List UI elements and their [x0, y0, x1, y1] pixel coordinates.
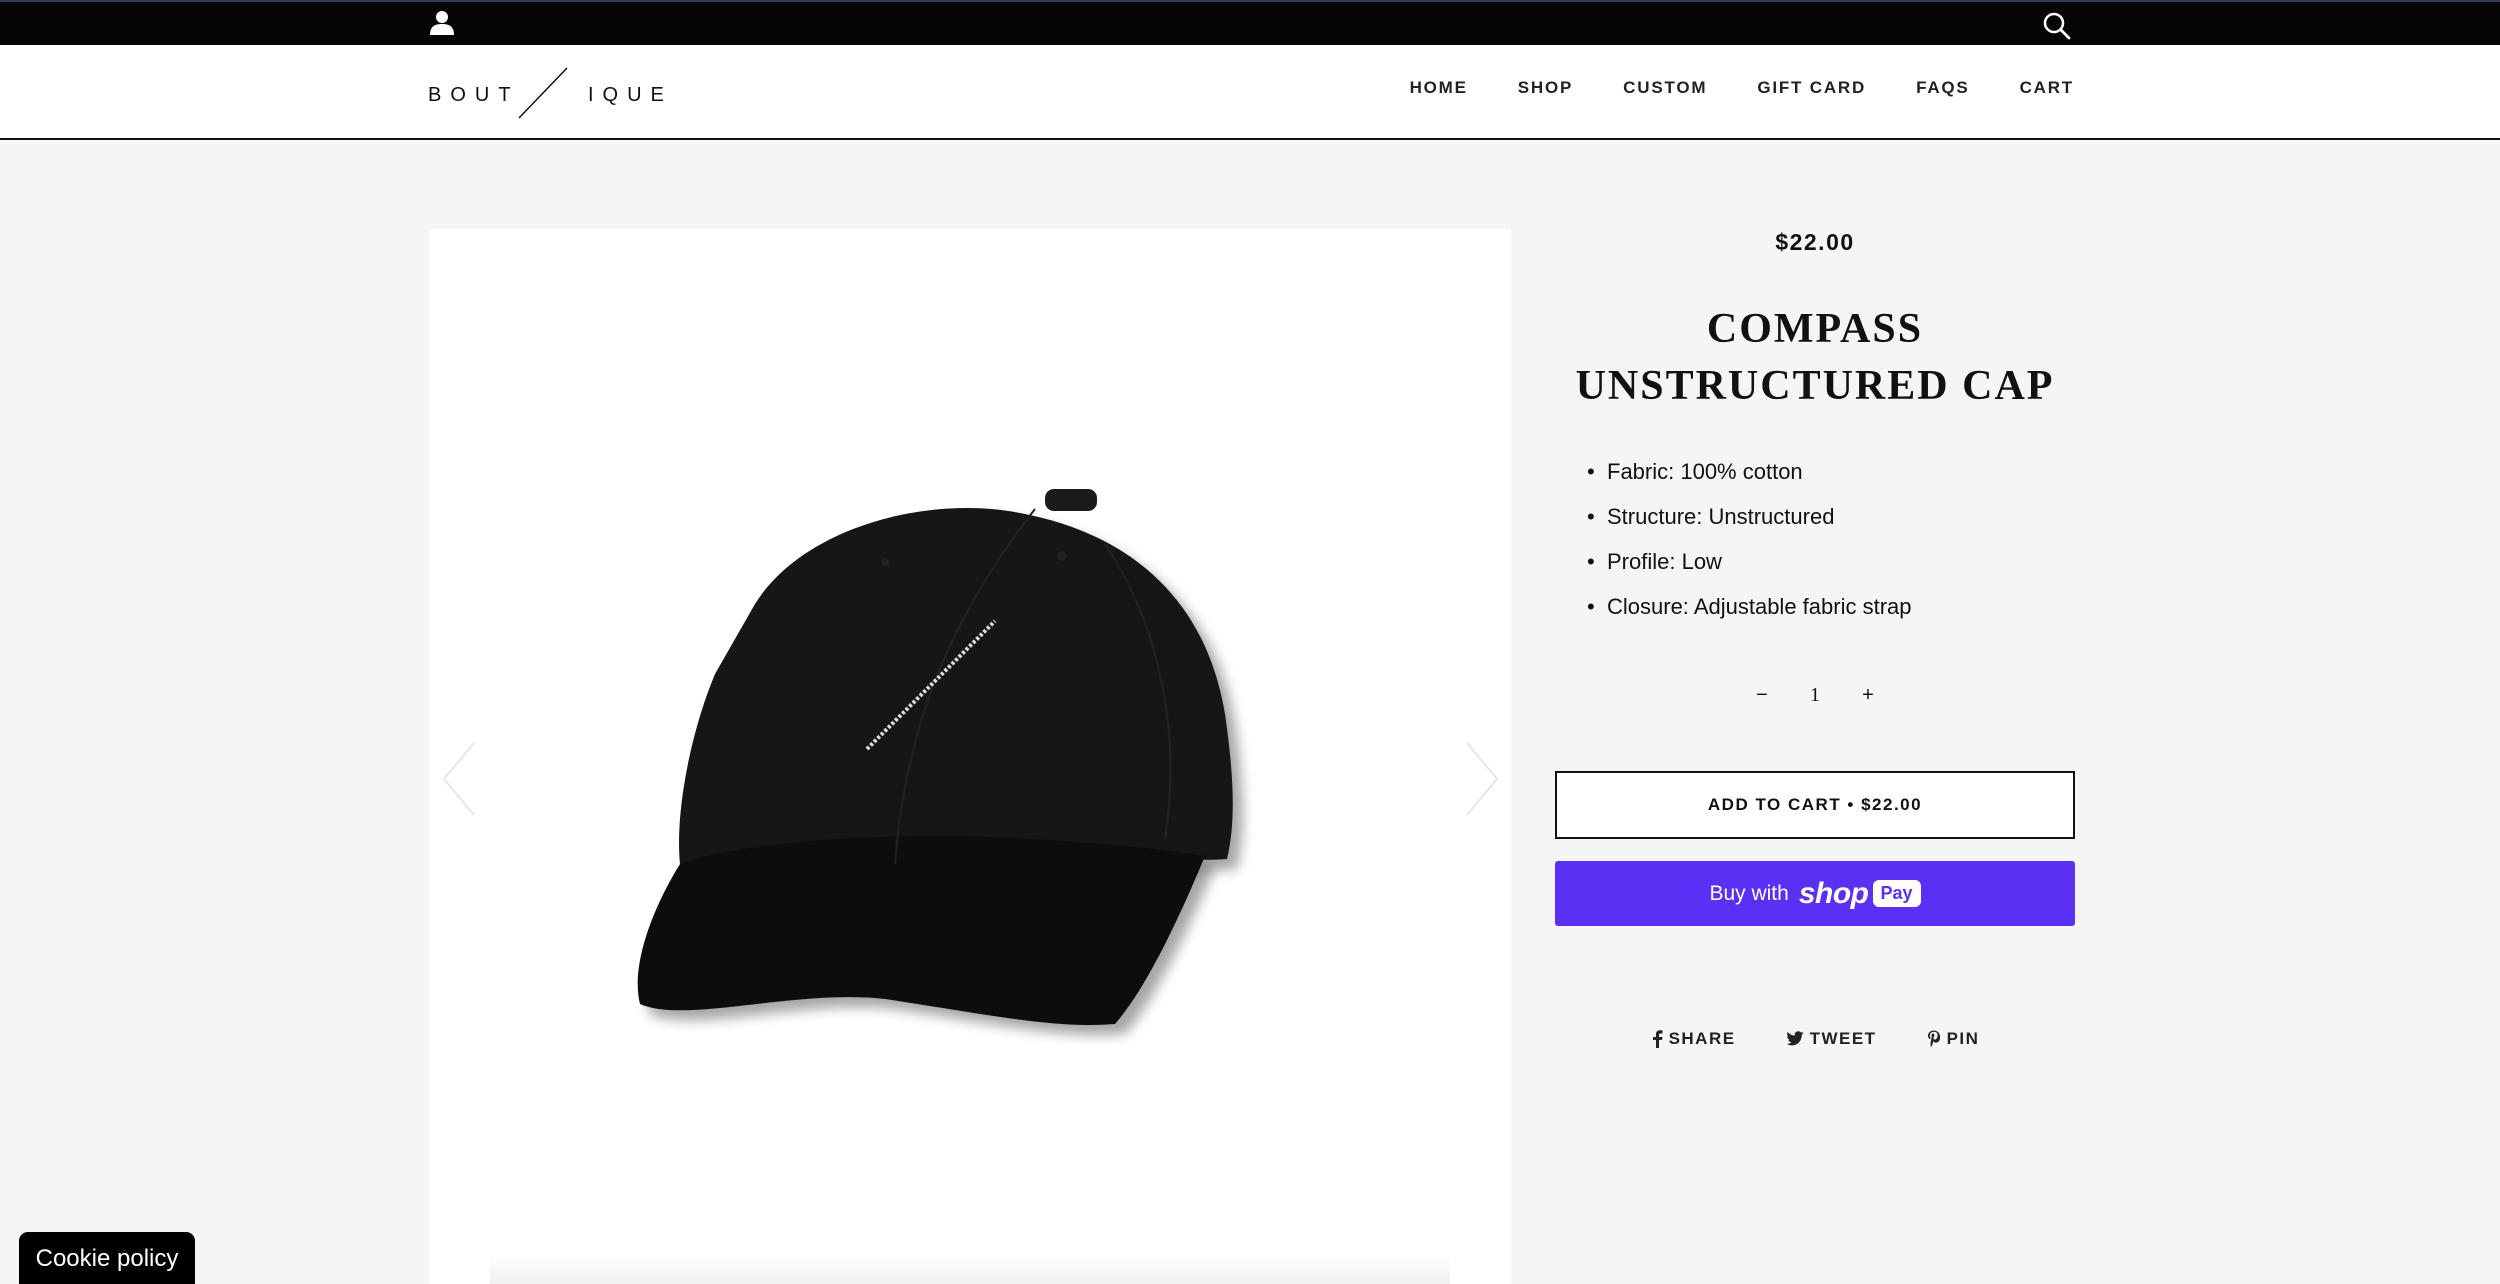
quantity-stepper: − +: [1747, 677, 1883, 713]
utility-bar: [0, 0, 2500, 45]
twitter-icon: [1785, 1031, 1804, 1046]
nav-cart[interactable]: CART: [2020, 78, 2074, 98]
quantity-decrease-button[interactable]: −: [1747, 677, 1777, 713]
user-icon[interactable]: [428, 9, 456, 37]
product-title: COMPASS UNSTRUCTURED CAP: [1555, 301, 2075, 415]
site-logo[interactable]: BOUT IQUE: [428, 65, 664, 121]
nav-custom[interactable]: CUSTOM: [1623, 78, 1707, 98]
logo-slash: [518, 67, 568, 119]
tweet-label: TWEET: [1809, 1029, 1877, 1048]
product-gallery: [430, 229, 1511, 1284]
site-header: BOUT IQUE HOME SHOP CUSTOM GIFT CARD FAQ…: [0, 45, 2500, 140]
chevron-left-icon[interactable]: [440, 739, 480, 819]
nav-faqs[interactable]: FAQS: [1916, 78, 1970, 98]
share-label: SHARE: [1668, 1029, 1736, 1048]
logo-text-right: IQUE: [588, 84, 673, 106]
gallery-shadow: [490, 1254, 1450, 1284]
social-share: SHARE TWEET PIN: [1555, 1029, 2075, 1049]
main-nav: HOME SHOP CUSTOM GIFT CARD FAQS CART: [1360, 78, 2074, 98]
quantity-increase-button[interactable]: +: [1853, 677, 1883, 713]
nav-gift-card[interactable]: GIFT CARD: [1757, 78, 1866, 98]
cookie-policy-button[interactable]: Cookie policy: [19, 1232, 195, 1284]
quantity-input[interactable]: [1787, 677, 1843, 713]
product-specs: Fabric: 100% cotton Structure: Unstructu…: [1587, 449, 1912, 629]
pinterest-icon: [1927, 1030, 1940, 1048]
add-to-cart-button[interactable]: ADD TO CART • $22.00: [1555, 771, 2075, 839]
spec-item: Profile: Low: [1587, 539, 1912, 584]
spec-item: Structure: Unstructured: [1587, 494, 1912, 539]
product-price: $22.00: [1775, 229, 1855, 255]
nav-home[interactable]: HOME: [1410, 78, 1468, 98]
facebook-icon: [1652, 1030, 1663, 1048]
chevron-right-icon[interactable]: [1461, 739, 1501, 819]
pin-label: PIN: [1946, 1029, 1980, 1048]
spec-item: Closure: Adjustable fabric strap: [1587, 584, 1912, 629]
spec-item: Fabric: 100% cotton: [1587, 449, 1912, 494]
shop-pay-shop-logo: shop: [1798, 876, 1869, 910]
shop-pay-pay-badge: Pay: [1872, 880, 1921, 907]
product-title-line1: COMPASS: [1706, 306, 1924, 352]
share-twitter-link[interactable]: TWEET: [1785, 1029, 1877, 1049]
black-cap-image: [605, 484, 1305, 1049]
shop-pay-button[interactable]: Buy with shop Pay: [1555, 861, 2075, 926]
shop-pay-buy-with: Buy with: [1709, 881, 1789, 905]
product-title-line2: UNSTRUCTURED CAP: [1575, 363, 2055, 409]
logo-text-left: BOUT: [428, 84, 520, 106]
share-pinterest-link[interactable]: PIN: [1927, 1029, 1980, 1049]
share-facebook-link[interactable]: SHARE: [1651, 1029, 1736, 1049]
search-icon[interactable]: [2042, 11, 2072, 41]
nav-shop[interactable]: SHOP: [1518, 78, 1573, 98]
